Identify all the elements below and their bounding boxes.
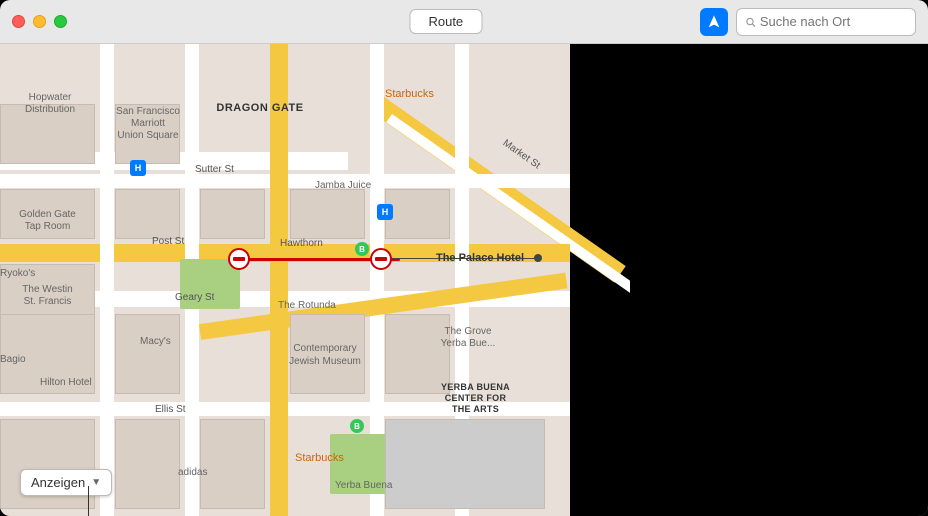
label-adidas: adidas <box>178 467 207 478</box>
label-rotunda: The Rotunda <box>278 300 336 311</box>
label-palace-hotel: The Palace Hotel <box>420 252 540 264</box>
road-v3-major <box>270 44 288 516</box>
label-yerba-buena: Yerba Buena <box>335 480 392 491</box>
label-bagio: Bagio <box>0 354 26 365</box>
label-ellis: Ellis St <box>155 404 186 415</box>
no-entry-sign-1[interactable] <box>228 248 250 270</box>
hotel-icon-1: H <box>377 204 393 220</box>
minimize-button[interactable] <box>33 15 46 28</box>
no-entry-bar-1 <box>233 257 245 261</box>
label-starbucks-1: Starbucks <box>385 88 434 100</box>
block-4 <box>115 189 180 239</box>
label-geary: Geary St <box>175 292 214 303</box>
label-sutter: Sutter St <box>195 164 234 175</box>
block-7 <box>385 189 450 239</box>
map-view-dropdown[interactable]: Anzeigen ▼ <box>20 469 112 496</box>
direction-arrow-icon <box>706 14 722 30</box>
maximize-button[interactable] <box>54 15 67 28</box>
label-dragon-gate: DRAGON GATE <box>215 102 305 114</box>
block-10 <box>115 314 180 394</box>
label-starbucks-2: Starbucks <box>295 452 344 464</box>
close-button[interactable] <box>12 15 25 28</box>
titlebar: Route <box>0 0 928 44</box>
label-jamba: Jamba Juice <box>315 180 371 191</box>
label-grove: The GroveYerba Bue... <box>428 326 508 350</box>
bottom-indicator-line <box>88 486 89 516</box>
block-6 <box>290 189 365 239</box>
traffic-lights <box>12 15 67 28</box>
label-yerba-center: YERBA BUENACENTER FORTHE ARTS <box>418 382 533 414</box>
block-5 <box>200 189 265 239</box>
hotel-icon-2: H <box>130 160 146 176</box>
search-icon <box>745 16 756 28</box>
dropdown-arrow-icon: ▼ <box>91 477 101 488</box>
transit-icon-1: B <box>355 242 369 256</box>
route-button[interactable]: Route <box>409 9 482 34</box>
navigation-icon[interactable] <box>700 8 728 36</box>
search-bar[interactable] <box>736 8 916 36</box>
map-container: H H B B HopwaterDistribution San Francis… <box>0 44 928 516</box>
label-hawthorn: Hawthorn <box>280 238 323 249</box>
label-ryokos: Ryoko's <box>0 268 35 279</box>
label-marriott: San FranciscoMarriottUnion Square <box>108 106 188 142</box>
app-window: Route <box>0 0 928 516</box>
map-background: H H B B HopwaterDistribution San Francis… <box>0 44 928 516</box>
no-entry-sign-2[interactable] <box>370 248 392 270</box>
label-hopwater: HopwaterDistribution <box>5 92 95 116</box>
label-jewish-museum: ContemporaryJewish Museum <box>270 342 380 368</box>
block-14 <box>115 419 180 509</box>
block-yerba-center <box>385 419 545 509</box>
block-15 <box>200 419 265 509</box>
transit-icon-2: B <box>350 419 364 433</box>
label-westin: The WestinSt. Francis <box>5 284 90 308</box>
label-hilton: Hilton Hotel <box>40 377 92 388</box>
no-entry-bar-2 <box>375 257 387 261</box>
label-post: Post St <box>152 236 184 247</box>
label-macys: Macy's <box>140 336 171 347</box>
search-input[interactable] <box>760 14 907 29</box>
label-golden-gate: Golden GateTap Room <box>5 209 90 233</box>
dropdown-label: Anzeigen <box>31 475 85 490</box>
